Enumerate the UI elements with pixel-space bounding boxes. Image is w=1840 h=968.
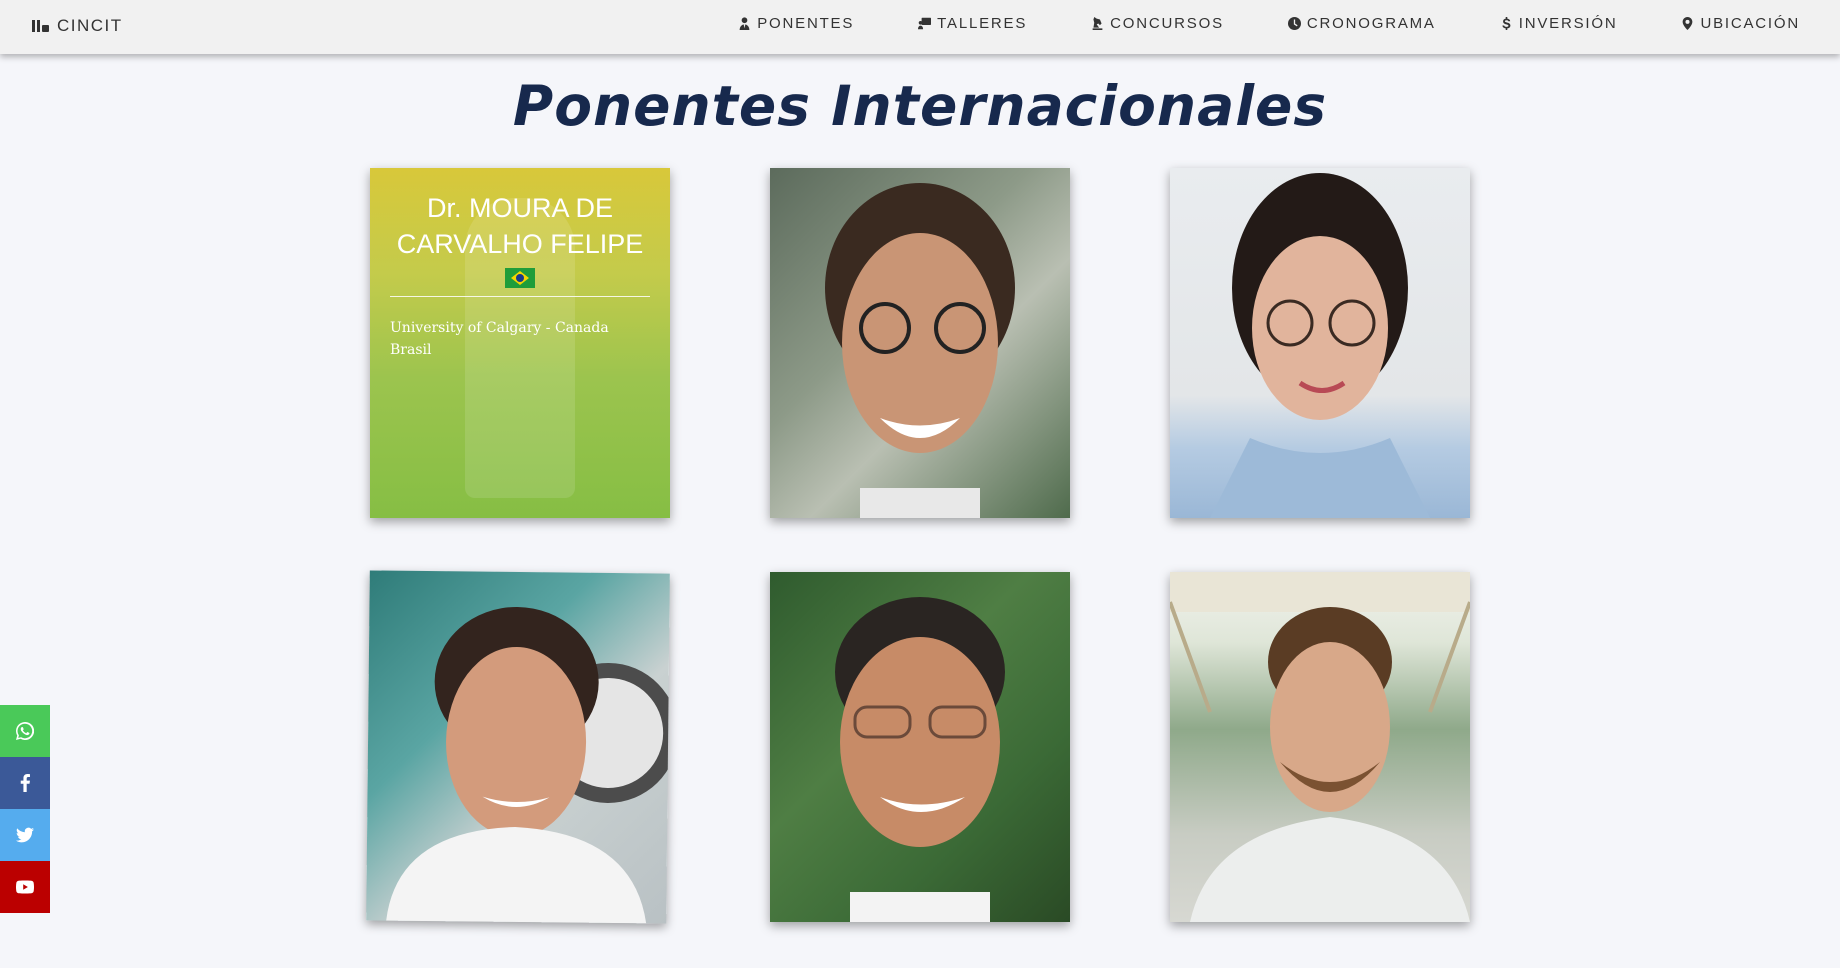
twitter-icon <box>16 827 34 843</box>
whatsapp-icon <box>16 722 34 740</box>
nav-label: CRONOGRAMA <box>1306 15 1436 32</box>
brand-label: CINCIT <box>57 16 123 35</box>
main-nav: PONENTES TALLERES CONCURSOS CRONOGRAMA I… <box>738 15 1800 32</box>
youtube-icon <box>16 880 34 894</box>
top-navbar: CINCIT PONENTES TALLERES CONCURSOS CRONO… <box>0 0 1840 54</box>
nav-label: UBICACIÓN <box>1700 15 1800 32</box>
nav-label: CONCURSOS <box>1110 15 1224 32</box>
brand-link[interactable]: CINCIT <box>32 16 123 36</box>
nav-label: TALLERES <box>937 15 1028 32</box>
speaker-card[interactable] <box>1170 168 1470 518</box>
speaker-affiliation: University of Calgary - Canada Brasil <box>390 317 609 361</box>
speaker-photo <box>386 606 670 924</box>
speaker-photo <box>825 183 1015 518</box>
nav-item-talleres[interactable]: TALLERES <box>918 15 1027 32</box>
facebook-button[interactable] <box>0 757 50 809</box>
speaker-photo <box>1210 173 1430 518</box>
speaker-card[interactable] <box>770 572 1070 922</box>
facebook-icon <box>20 774 30 792</box>
speaker-card[interactable] <box>770 168 1070 518</box>
twitter-button[interactable] <box>0 809 50 861</box>
card-divider <box>390 296 650 297</box>
speaker-photo <box>835 597 1005 922</box>
page-title: Ponentes Internacionales <box>512 74 1328 138</box>
chalkboard-teacher-icon <box>918 17 932 30</box>
affiliation-country: Brasil <box>390 342 432 358</box>
brazil-flag-icon <box>505 268 535 288</box>
speaker-card[interactable] <box>366 570 670 924</box>
nav-item-concursos[interactable]: CONCURSOS <box>1091 15 1224 32</box>
speaker-photo <box>1170 572 1470 922</box>
dollar-icon <box>1500 17 1513 30</box>
nav-label: PONENTES <box>757 15 855 32</box>
affiliation-line: University of Calgary - Canada <box>390 320 609 336</box>
nav-item-cronograma[interactable]: CRONOGRAMA <box>1287 15 1436 32</box>
map-marker-icon <box>1681 17 1694 30</box>
youtube-button[interactable] <box>0 861 50 913</box>
speaker-name: Dr. MOURA DE CARVALHO FELIPE <box>396 193 644 259</box>
speaker-card-hover[interactable]: Dr. MOURA DE CARVALHO FELIPE University … <box>370 168 670 518</box>
chess-knight-icon <box>1091 17 1104 30</box>
nav-item-ponentes[interactable]: PONENTES <box>738 15 854 32</box>
nav-label: INVERSIÓN <box>1518 15 1618 32</box>
speaker-card[interactable] <box>1170 572 1470 922</box>
clock-icon <box>1287 17 1301 30</box>
nav-item-ubicacion[interactable]: UBICACIÓN <box>1681 15 1800 32</box>
whatsapp-button[interactable] <box>0 705 50 757</box>
user-tie-icon <box>738 17 751 30</box>
nav-item-inversion[interactable]: INVERSIÓN <box>1500 15 1618 32</box>
books-icon <box>32 20 50 32</box>
